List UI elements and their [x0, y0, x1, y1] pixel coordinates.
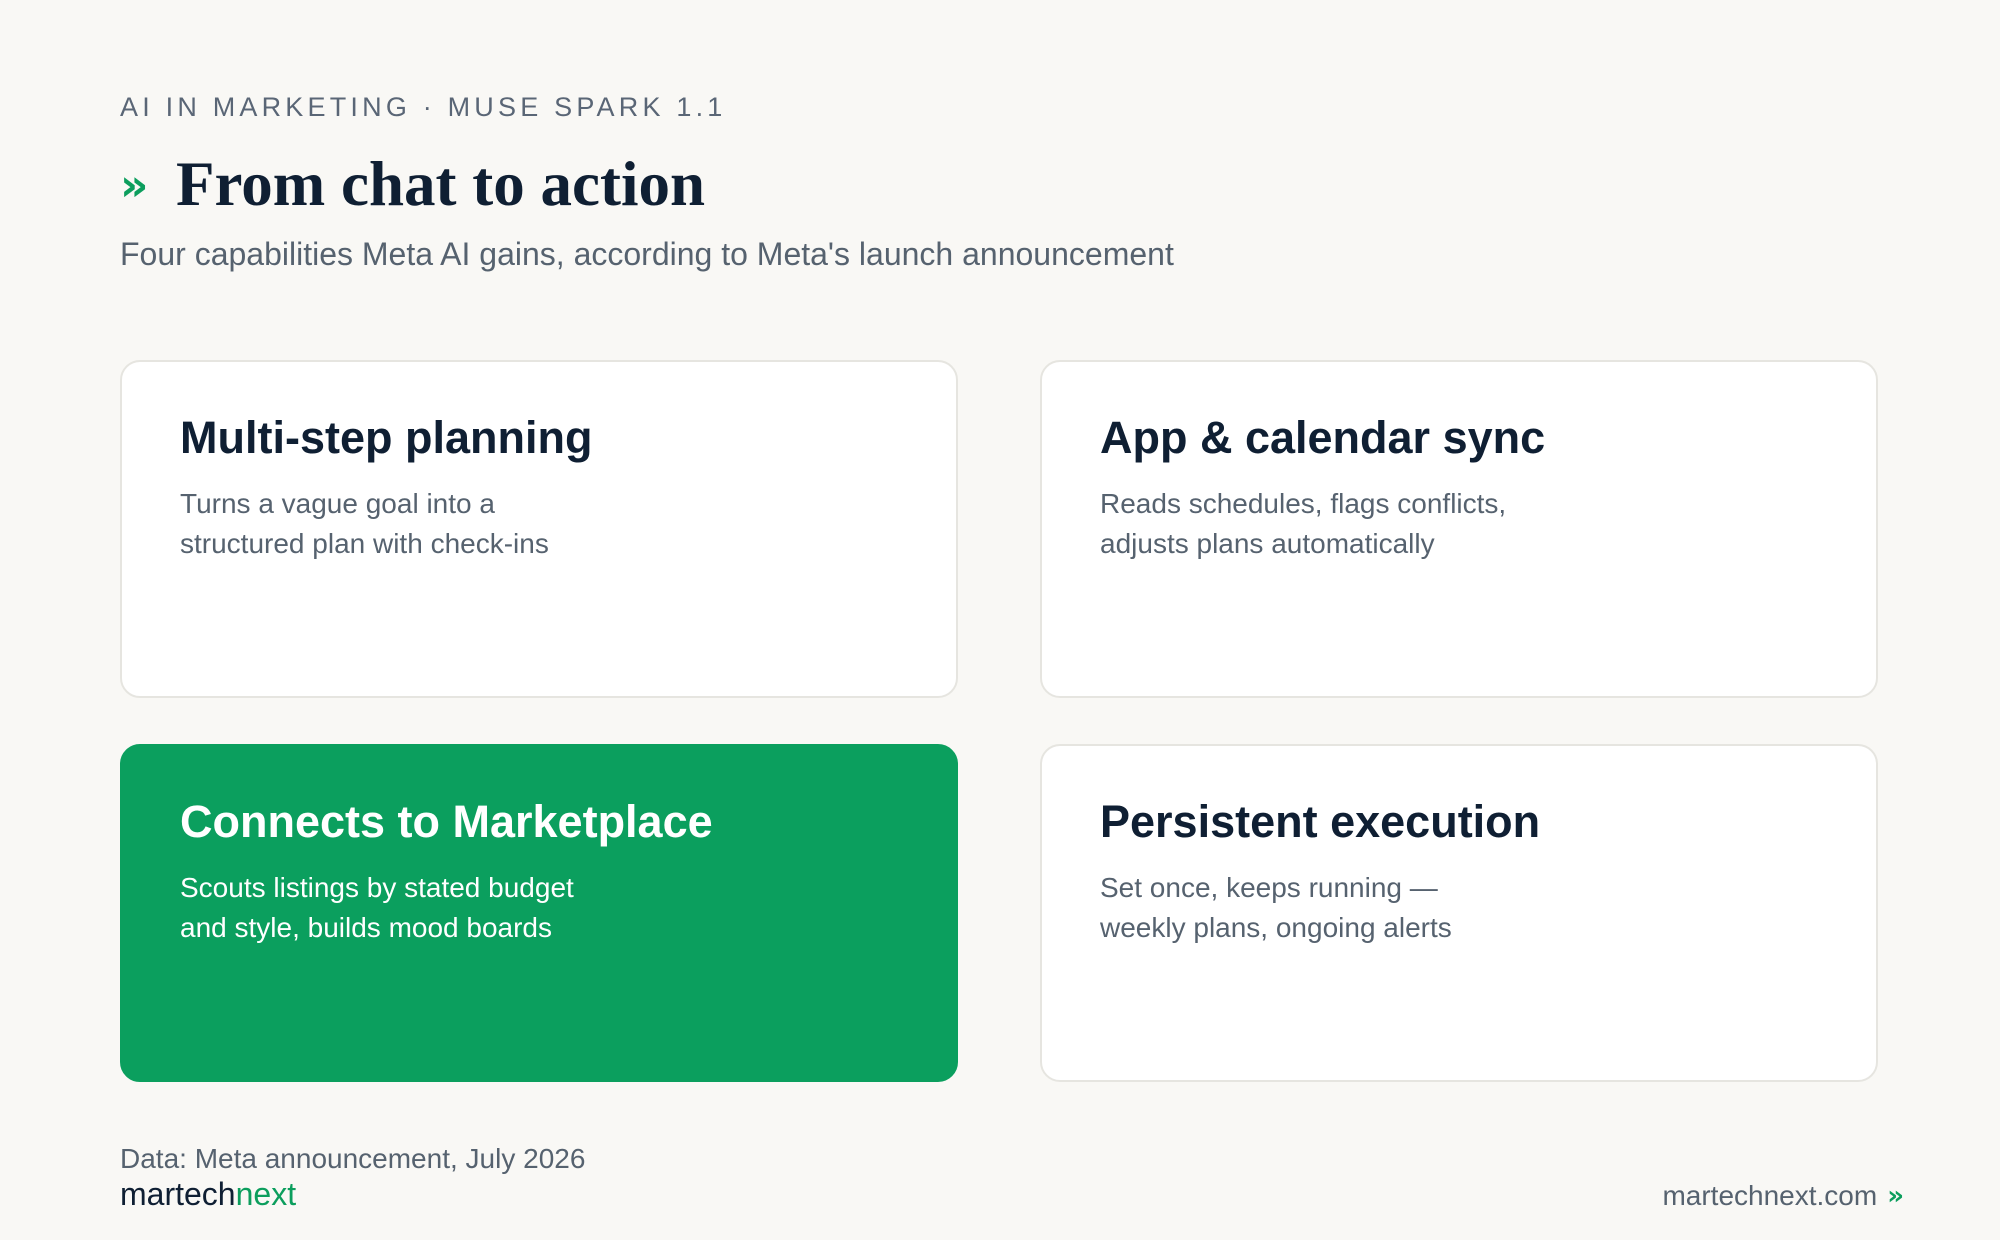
card-description-line: Turns a vague goal into a: [180, 488, 495, 519]
card-persistent-execution: Persistent execution Set once, keeps run…: [1040, 744, 1878, 1082]
site-link[interactable]: martechnext.com »: [1662, 1180, 1904, 1212]
card-description-line: Reads schedules, flags conflicts,: [1100, 488, 1507, 519]
page-title: From chat to action: [176, 149, 705, 219]
double-chevron-icon: »: [120, 160, 149, 211]
card-title: App & calendar sync: [1100, 412, 1546, 463]
title-row: » From chat to action: [120, 146, 705, 222]
slide: AI IN MARKETING · MUSE SPARK 1.1 » From …: [0, 0, 2000, 1240]
card-title: Multi-step planning: [180, 412, 593, 463]
card-description-line: adjusts plans automatically: [1100, 528, 1435, 559]
double-chevron-icon: »: [1887, 1181, 1904, 1211]
card-description: Scouts listings by stated budget and sty…: [180, 868, 640, 948]
brand-logo-part: martech: [120, 1176, 236, 1212]
card-description-line: Set once, keeps running —: [1100, 872, 1438, 903]
card-title: Persistent execution: [1100, 796, 1541, 847]
card-description: Set once, keeps running — weekly plans, …: [1100, 868, 1560, 948]
site-url[interactable]: martechnext.com: [1662, 1180, 1877, 1212]
page-subtitle: Four capabilities Meta AI gains, accordi…: [120, 236, 1174, 272]
eyebrow-label: AI IN MARKETING · MUSE SPARK 1.1: [120, 92, 727, 122]
card-multi-step-planning: Multi-step planning Turns a vague goal i…: [120, 360, 958, 698]
card-description: Reads schedules, flags conflicts, adjust…: [1100, 484, 1560, 564]
card-title: Connects to Marketplace: [180, 796, 713, 847]
source-note: Data: Meta announcement, July 2026: [120, 1143, 586, 1174]
brand-logo: martechnext: [120, 1176, 296, 1213]
card-description-line: and style, builds mood boards: [180, 912, 552, 943]
card-description: Turns a vague goal into a structured pla…: [180, 484, 640, 564]
card-description-line: Scouts listings by stated budget: [180, 872, 574, 903]
card-app-calendar-sync: App & calendar sync Reads schedules, fla…: [1040, 360, 1878, 698]
card-connects-to-marketplace: Connects to Marketplace Scouts listings …: [120, 744, 958, 1082]
card-description-line: weekly plans, ongoing alerts: [1100, 912, 1452, 943]
brand-logo-accent: next: [235, 1176, 297, 1212]
card-description-line: structured plan with check-ins: [180, 528, 549, 559]
